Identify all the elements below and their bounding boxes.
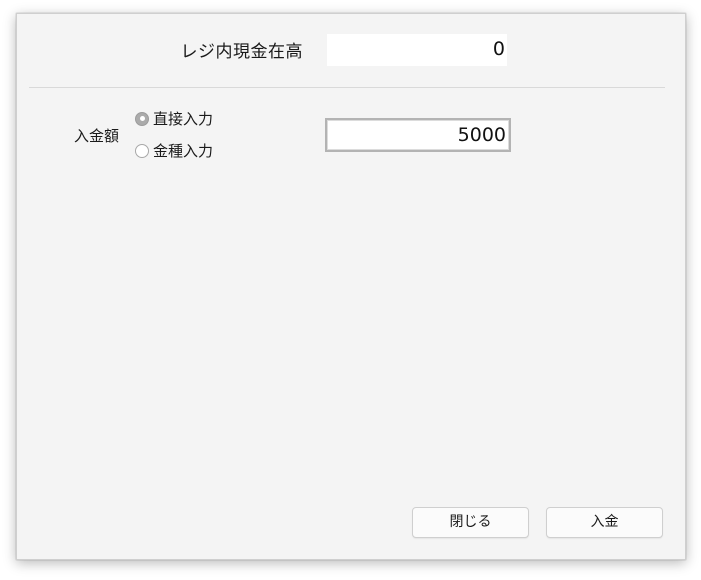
deposit-amount-input[interactable]	[325, 118, 511, 152]
radio-direct-input[interactable]: 直接入力	[135, 108, 213, 129]
cash-on-hand-label: レジ内現金在高	[180, 42, 303, 62]
deposit-button[interactable]: 入金	[546, 507, 663, 538]
divider	[29, 87, 665, 88]
radio-direct-input-label: 直接入力	[153, 110, 214, 128]
cash-on-hand-value: 0	[327, 34, 507, 66]
deposit-dialog: レジ内現金在高 0 入金額 直接入力 金種入力 閉じる 入金	[16, 13, 686, 560]
deposit-amount-label: 入金額	[73, 127, 119, 145]
close-button[interactable]: 閉じる	[412, 507, 529, 538]
radio-selected-icon[interactable]	[135, 111, 149, 126]
radio-unselected-icon[interactable]	[135, 143, 149, 158]
radio-denomination-input[interactable]: 金種入力	[135, 140, 213, 161]
radio-denomination-input-label: 金種入力	[153, 142, 214, 160]
